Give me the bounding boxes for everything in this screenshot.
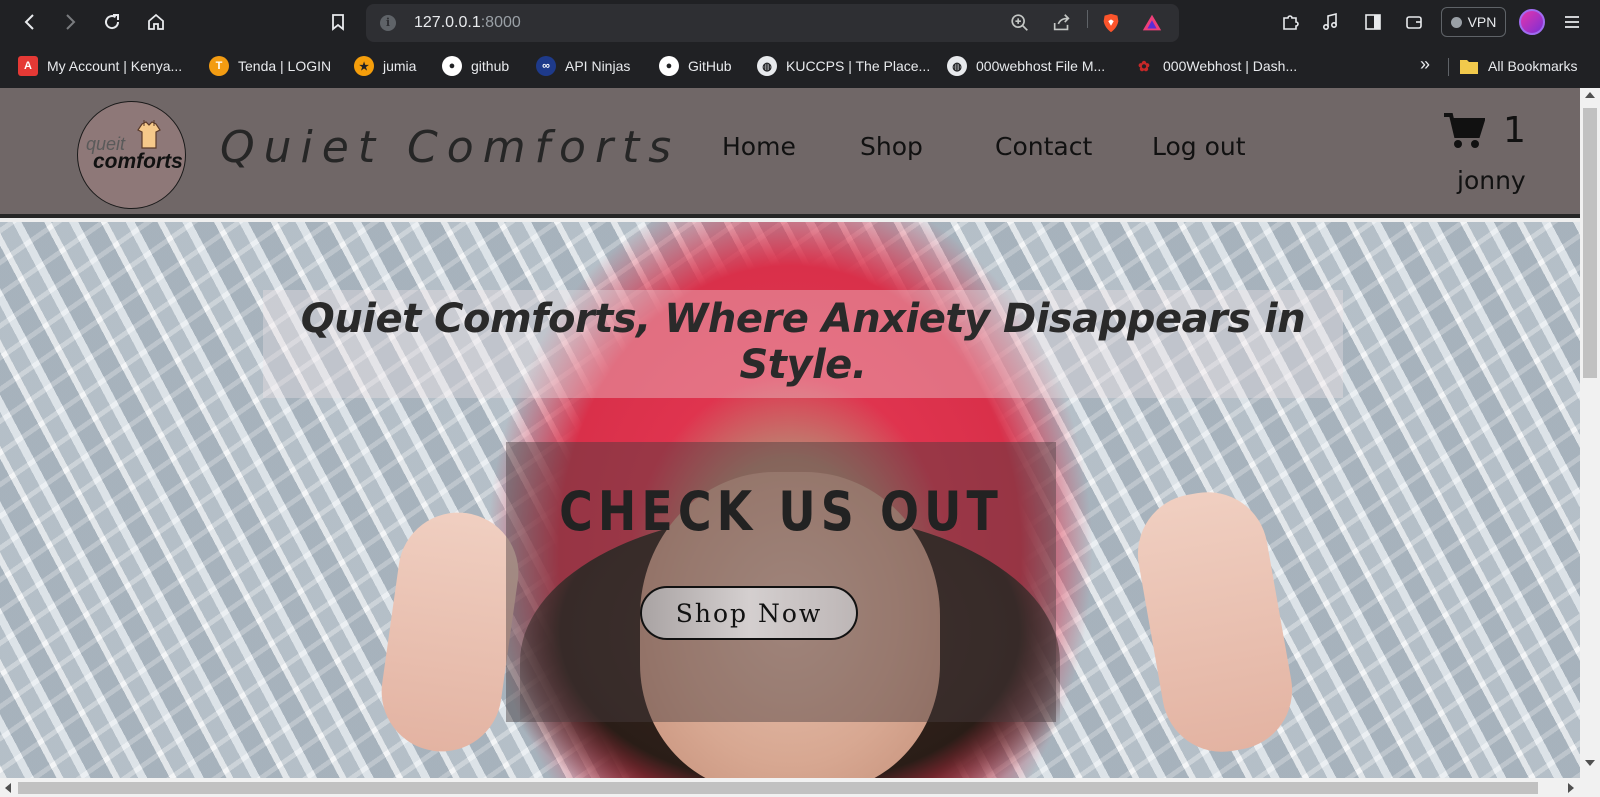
bookmark-item[interactable]: ✿ 000Webhost | Dash... bbox=[1134, 55, 1297, 77]
wallet-button[interactable] bbox=[1398, 6, 1430, 38]
forward-button[interactable] bbox=[54, 6, 86, 38]
brave-rewards-icon[interactable] bbox=[1140, 11, 1164, 35]
cart-count[interactable]: 1 bbox=[1503, 110, 1526, 151]
bookmark-item[interactable]: ◍ 000webhost File M... bbox=[947, 55, 1105, 77]
folder-icon bbox=[1460, 60, 1478, 74]
bookmark-item[interactable]: ∞ API Ninjas bbox=[536, 55, 630, 77]
app-a-icon: A bbox=[18, 56, 38, 76]
menu-button[interactable] bbox=[1556, 6, 1588, 38]
profile-avatar[interactable] bbox=[1519, 9, 1545, 35]
bookmark-icon bbox=[332, 14, 344, 31]
shop-now-button[interactable]: Shop Now bbox=[640, 586, 858, 640]
hero-banner: Quiet Comforts, Where Anxiety Disappears… bbox=[0, 222, 1580, 778]
wallet-icon bbox=[1406, 16, 1422, 29]
site-logo[interactable]: queit comforts bbox=[77, 101, 186, 209]
bookmark-label: 000webhost File M... bbox=[976, 58, 1106, 74]
page-viewport: queit comforts Quiet Comforts Home Shop … bbox=[0, 88, 1580, 778]
bookmark-label: 000Webhost | Dash... bbox=[1163, 58, 1298, 74]
hamburger-icon bbox=[1565, 16, 1579, 28]
media-button[interactable] bbox=[1314, 6, 1346, 38]
hero-photo-right-hand bbox=[1128, 482, 1302, 762]
brave-shields-icon[interactable] bbox=[1099, 11, 1123, 35]
music-note-icon bbox=[1322, 12, 1338, 31]
extensions-button[interactable] bbox=[1274, 6, 1306, 38]
browser-toolbar: i 127.0.0.1:8000 VPN bbox=[0, 0, 1600, 44]
bookmarks-bar: A My Account | Kenya... T Tenda | LOGIN … bbox=[0, 44, 1600, 88]
url-host: 127.0.0.1 bbox=[414, 14, 481, 31]
vertical-scrollbar[interactable] bbox=[1580, 88, 1600, 778]
bookmark-label: GitHub bbox=[688, 58, 732, 74]
bookmark-label: KUCCPS | The Place... bbox=[786, 58, 931, 74]
username: jonny bbox=[1457, 166, 1526, 195]
nav-shop[interactable]: Shop bbox=[860, 132, 923, 161]
scroll-down-arrow-icon[interactable] bbox=[1585, 760, 1595, 766]
scroll-up-arrow-icon[interactable] bbox=[1585, 92, 1595, 98]
back-arrow-icon bbox=[24, 14, 34, 30]
shirt-icon bbox=[137, 120, 161, 149]
nav-contact[interactable]: Contact bbox=[995, 132, 1092, 161]
bookmark-label: API Ninjas bbox=[565, 58, 631, 74]
bookmark-item[interactable]: ● GitHub bbox=[659, 55, 732, 77]
puzzle-icon bbox=[1283, 15, 1299, 30]
home-icon bbox=[148, 13, 164, 30]
home-button[interactable] bbox=[140, 6, 172, 38]
github-icon: ● bbox=[442, 56, 462, 76]
scroll-left-arrow-icon[interactable] bbox=[5, 783, 11, 793]
all-bookmarks-label: All Bookmarks bbox=[1488, 58, 1578, 74]
bookmark-label: jumia bbox=[383, 58, 417, 74]
nav-logout[interactable]: Log out bbox=[1152, 132, 1246, 161]
all-bookmarks-button[interactable]: All Bookmarks bbox=[1459, 55, 1577, 77]
site-title: Quiet Comforts bbox=[220, 122, 681, 173]
tagline-panel: Quiet Comforts, Where Anxiety Disappears… bbox=[263, 290, 1343, 398]
url-text[interactable]: 127.0.0.1:8000 bbox=[414, 14, 521, 32]
bookmark-label: github bbox=[471, 58, 510, 74]
scroll-right-arrow-icon[interactable] bbox=[1568, 783, 1574, 793]
sidebar-icon bbox=[1365, 14, 1381, 30]
vpn-button[interactable]: VPN bbox=[1441, 7, 1506, 37]
hero-tagline: Quiet Comforts, Where Anxiety Disappears… bbox=[300, 296, 1306, 388]
horizontal-scroll-thumb[interactable] bbox=[18, 782, 1538, 794]
vertical-scroll-thumb[interactable] bbox=[1583, 108, 1597, 378]
cart-icon[interactable] bbox=[1443, 112, 1485, 150]
address-bar[interactable]: i 127.0.0.1:8000 bbox=[366, 4, 1179, 42]
bookmark-item[interactable]: T Tenda | LOGIN bbox=[209, 55, 331, 77]
tenda-icon: T bbox=[209, 56, 229, 76]
logo-text-bottom: comforts bbox=[93, 150, 183, 173]
horizontal-scrollbar[interactable] bbox=[0, 778, 1600, 797]
bookmark-item[interactable]: ● github bbox=[442, 55, 509, 77]
forward-arrow-icon bbox=[66, 14, 76, 30]
bookmark-label: My Account | Kenya... bbox=[47, 58, 183, 74]
bookmark-label: Tenda | LOGIN bbox=[238, 58, 332, 74]
nav-home[interactable]: Home bbox=[722, 132, 796, 161]
bookmarks-separator bbox=[1448, 58, 1449, 76]
star-icon: ★ bbox=[354, 56, 374, 76]
bookmark-page-button[interactable] bbox=[322, 6, 354, 38]
hero-photo-left-hand bbox=[373, 504, 527, 760]
ninja-icon: ∞ bbox=[536, 56, 556, 76]
site-info-icon[interactable]: i bbox=[380, 15, 396, 31]
vpn-label: VPN bbox=[1467, 14, 1497, 30]
zoom-icon[interactable] bbox=[1008, 11, 1032, 35]
back-button[interactable] bbox=[14, 6, 46, 38]
bookmark-item[interactable]: ◍ KUCCPS | The Place... bbox=[757, 55, 930, 77]
globe-icon: ◍ bbox=[757, 56, 777, 76]
site-header: queit comforts Quiet Comforts Home Shop … bbox=[0, 88, 1580, 218]
bookmark-item[interactable]: A My Account | Kenya... bbox=[18, 55, 182, 77]
vpn-status-icon bbox=[1450, 16, 1462, 28]
webhost-icon: ✿ bbox=[1138, 57, 1150, 74]
omnibox-separator bbox=[1087, 10, 1088, 28]
reload-icon bbox=[105, 14, 120, 30]
reload-button[interactable] bbox=[96, 6, 128, 38]
share-icon[interactable] bbox=[1050, 11, 1074, 35]
cta-panel: CHECK US OUT Shop Now bbox=[506, 442, 1056, 722]
bookmarks-overflow-button[interactable]: » bbox=[1420, 54, 1430, 75]
sidebar-button[interactable] bbox=[1357, 6, 1389, 38]
url-port: :8000 bbox=[480, 14, 521, 31]
globe-icon: ◍ bbox=[947, 56, 967, 76]
github-icon: ● bbox=[659, 56, 679, 76]
cta-title: CHECK US OUT bbox=[559, 480, 1003, 543]
bookmark-item[interactable]: ★ jumia bbox=[354, 55, 416, 77]
